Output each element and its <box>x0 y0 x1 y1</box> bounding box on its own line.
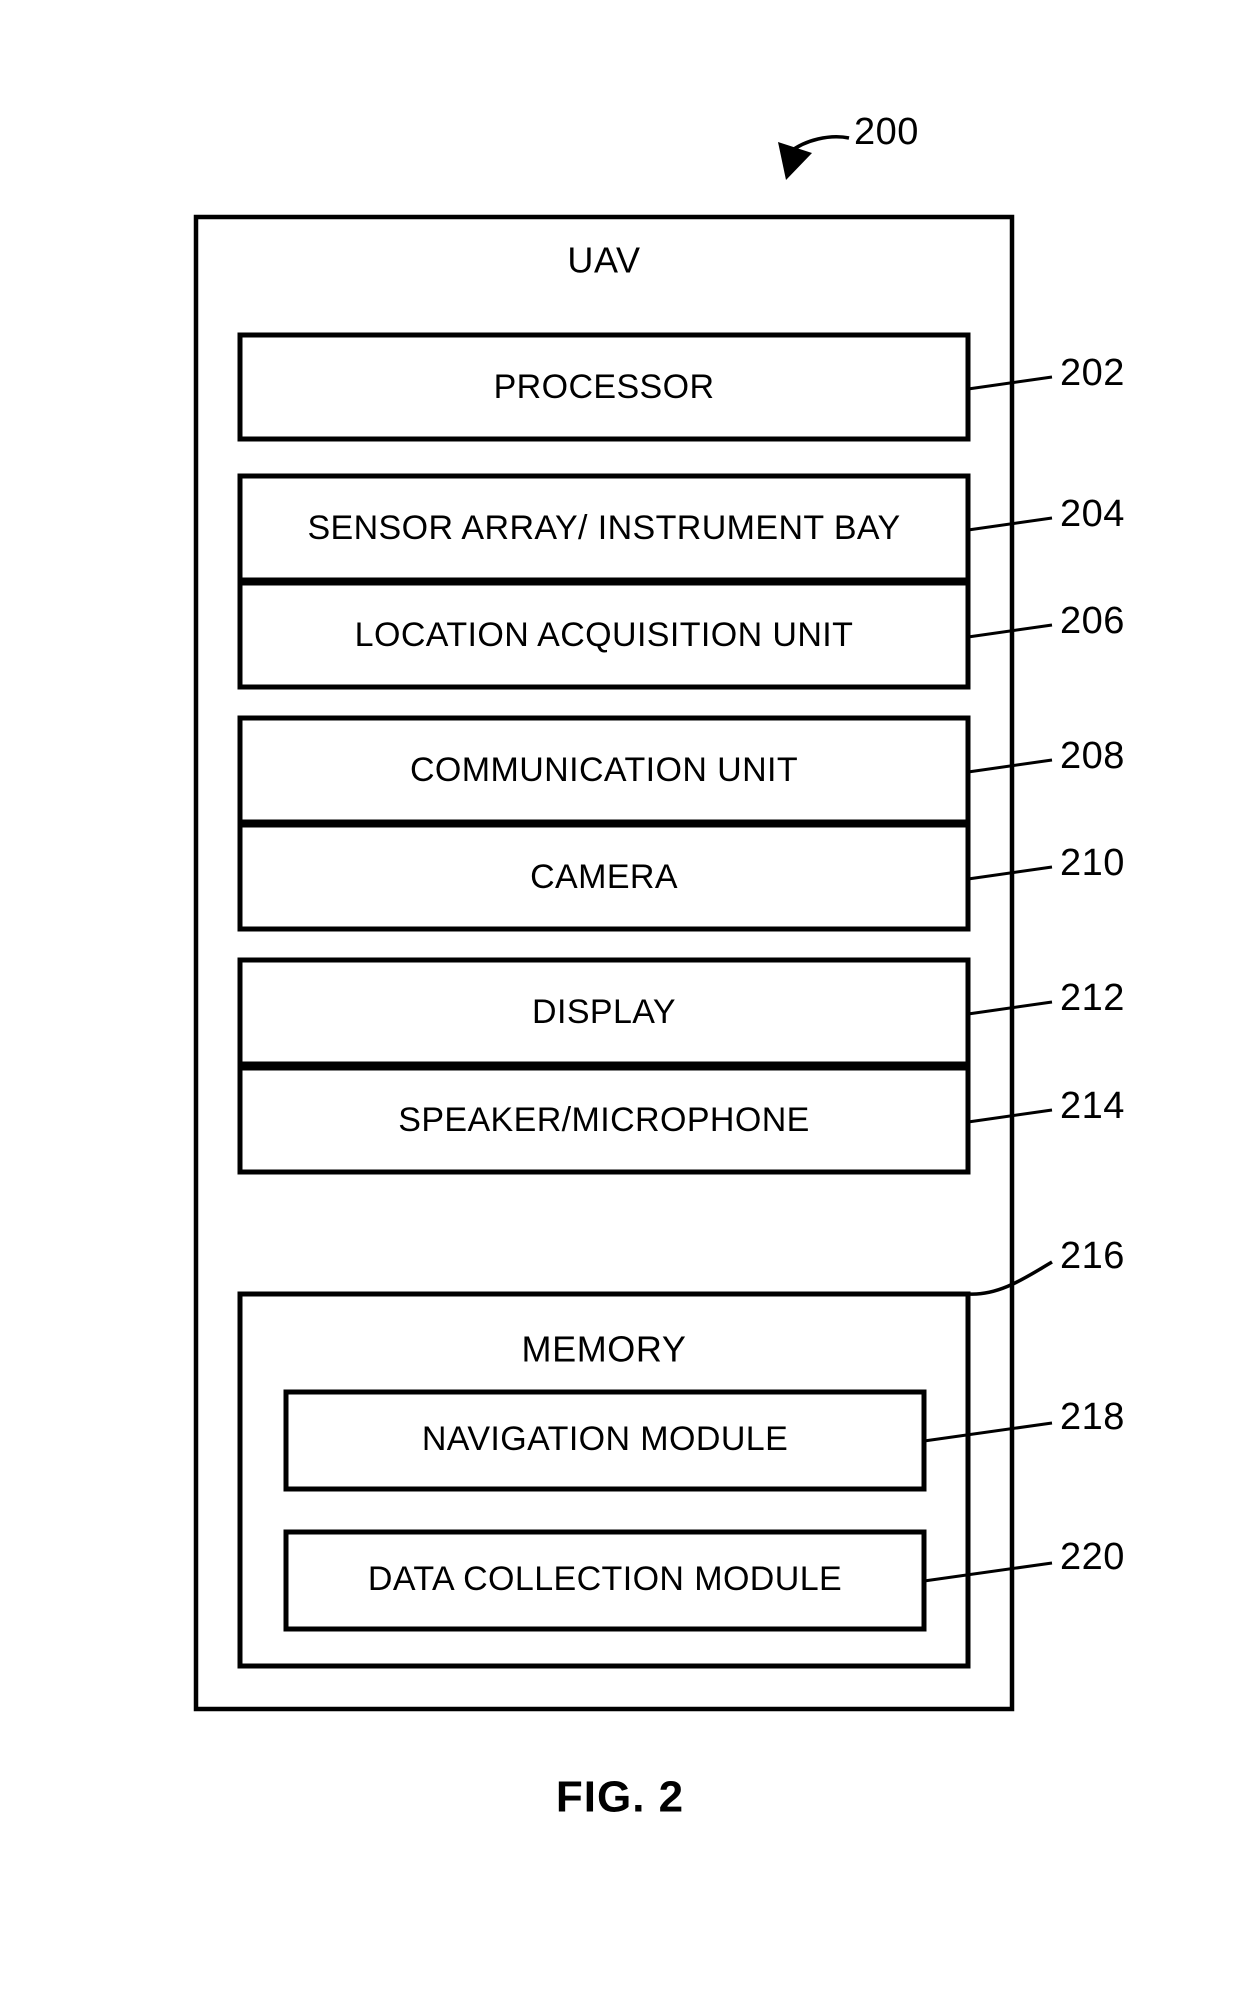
component-block-display[interactable]: DISPLAY <box>237 957 971 1067</box>
memory-label: MEMORY <box>522 1329 687 1370</box>
component-block-location-acquisition[interactable]: LOCATION ACQUISITION UNIT <box>237 580 971 690</box>
figure-page: 200 UAV PROCESSOR 202 SENSOR ARRAY/ INST… <box>0 0 1240 1994</box>
reference-number-202: 202 <box>1060 352 1125 394</box>
component-block-sensor-array[interactable]: SENSOR ARRAY/ INSTRUMENT BAY <box>237 473 971 583</box>
navigation-module-label: NAVIGATION MODULE <box>422 1420 788 1458</box>
component-block-communication-unit[interactable]: COMMUNICATION UNIT <box>237 715 971 825</box>
component-block-speaker-microphone[interactable]: SPEAKER/MICROPHONE <box>237 1065 971 1175</box>
camera-label: CAMERA <box>530 858 678 896</box>
data-collection-module-label: DATA COLLECTION MODULE <box>368 1560 842 1598</box>
uav-container-title: UAV <box>567 240 640 281</box>
reference-number-214: 214 <box>1060 1085 1125 1127</box>
reference-number-204: 204 <box>1060 493 1125 535</box>
sensor-array-label: SENSOR ARRAY/ INSTRUMENT BAY <box>307 509 900 547</box>
reference-number-212: 212 <box>1060 977 1125 1019</box>
reference-200-arrowhead <box>778 142 812 180</box>
reference-number-210: 210 <box>1060 842 1125 884</box>
diagram-reference-200-annotation: 200 <box>778 111 919 180</box>
reference-number-218: 218 <box>1060 1396 1125 1438</box>
reference-number-208: 208 <box>1060 735 1125 777</box>
speaker-microphone-label: SPEAKER/MICROPHONE <box>398 1101 810 1139</box>
reference-number-200: 200 <box>854 111 919 153</box>
communication-unit-label: COMMUNICATION UNIT <box>410 751 798 789</box>
location-acquisition-label: LOCATION ACQUISITION UNIT <box>355 616 854 654</box>
memory-module-navigation[interactable]: NAVIGATION MODULE <box>283 1389 927 1492</box>
uav-block-diagram: 200 UAV PROCESSOR 202 SENSOR ARRAY/ INST… <box>193 111 1125 1822</box>
reference-number-206: 206 <box>1060 600 1125 642</box>
reference-number-220: 220 <box>1060 1536 1125 1578</box>
component-block-camera[interactable]: CAMERA <box>237 822 971 932</box>
component-block-processor[interactable]: PROCESSOR <box>237 332 971 442</box>
display-label: DISPLAY <box>532 993 676 1031</box>
memory-module-data-collection[interactable]: DATA COLLECTION MODULE <box>283 1529 927 1632</box>
figure-caption: FIG. 2 <box>556 1773 684 1822</box>
reference-number-216: 216 <box>1060 1235 1125 1277</box>
processor-label: PROCESSOR <box>494 368 715 406</box>
